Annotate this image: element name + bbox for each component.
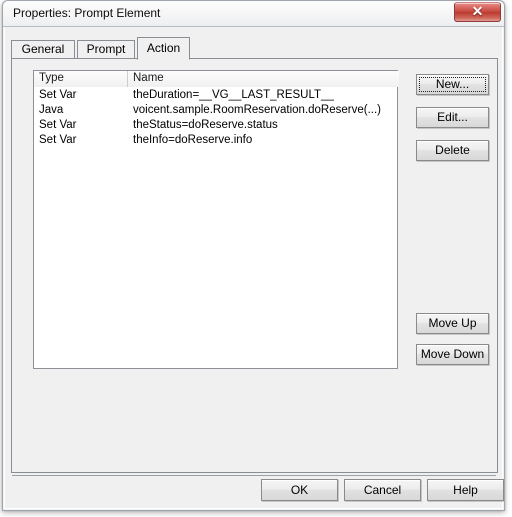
tab-action[interactable]: Action: [137, 37, 190, 60]
new-button-label: New...: [435, 77, 470, 91]
cell-name: voicent.sample.RoomReservation.doReserve…: [133, 104, 381, 116]
table-row[interactable]: Set Var theStatus=doReserve.status: [34, 118, 397, 133]
ok-button[interactable]: OK: [261, 479, 338, 501]
cell-type: Java: [39, 104, 64, 116]
cancel-button[interactable]: Cancel: [344, 479, 421, 501]
cell-type: Set Var: [39, 119, 77, 131]
delete-button[interactable]: Delete: [416, 140, 489, 161]
title-bar[interactable]: Properties: Prompt Element ✕: [3, 1, 504, 27]
new-button[interactable]: New...: [416, 74, 489, 95]
tab-strip: General Prompt Action: [11, 37, 496, 60]
action-list[interactable]: Type Name Set Var theDuration=__VG__LAST…: [33, 70, 399, 369]
cell-type: Set Var: [39, 89, 77, 101]
close-icon: ✕: [471, 5, 484, 20]
list-body: Set Var theDuration=__VG__LAST_RESULT__ …: [34, 88, 397, 368]
edit-button[interactable]: Edit...: [416, 107, 489, 128]
dialog-window: Properties: Prompt Element ✕ General Pro…: [2, 0, 505, 511]
cell-name: theDuration=__VG__LAST_RESULT__: [133, 89, 334, 101]
table-row[interactable]: Set Var theInfo=doReserve.info: [34, 133, 397, 148]
column-header-name[interactable]: Name: [128, 71, 399, 87]
cell-name: theInfo=doReserve.info: [133, 134, 253, 146]
help-button[interactable]: Help: [427, 479, 504, 501]
list-header: Type Name: [34, 71, 399, 87]
move-down-button[interactable]: Move Down: [416, 344, 489, 365]
column-header-type[interactable]: Type: [34, 71, 128, 87]
cell-type: Set Var: [39, 134, 77, 146]
close-button[interactable]: ✕: [454, 2, 501, 22]
table-row[interactable]: Java voicent.sample.RoomReservation.doRe…: [34, 103, 397, 118]
tab-general[interactable]: General: [11, 40, 75, 59]
bottom-separator: [12, 475, 496, 476]
tab-prompt[interactable]: Prompt: [77, 40, 135, 59]
table-row[interactable]: Set Var theDuration=__VG__LAST_RESULT__: [34, 88, 397, 103]
window-title: Properties: Prompt Element: [13, 6, 161, 20]
move-up-button[interactable]: Move Up: [416, 313, 489, 334]
cell-name: theStatus=doReserve.status: [133, 119, 278, 131]
